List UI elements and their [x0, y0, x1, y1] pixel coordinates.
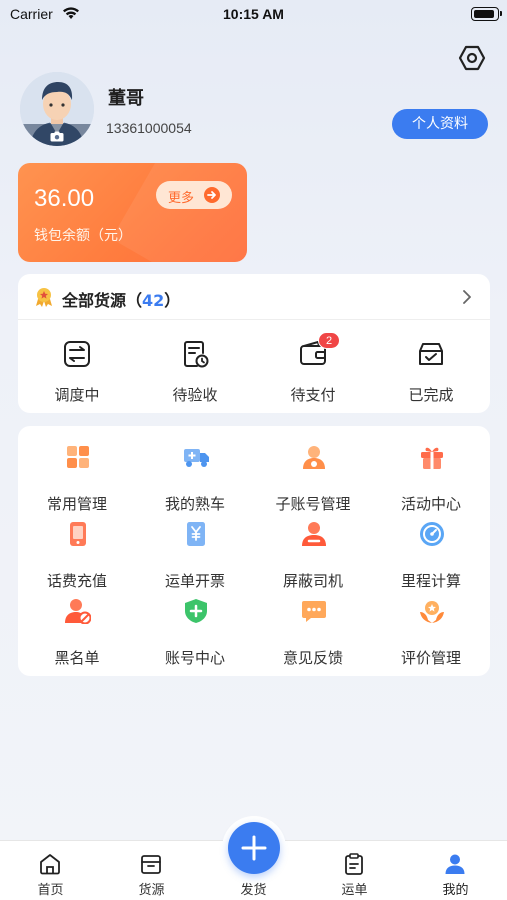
all-cargo-title: 全部货源（42）: [62, 287, 180, 311]
settings-hexagon-icon[interactable]: [457, 43, 487, 73]
order-status-label: 已完成: [408, 386, 454, 404]
clock: 10:15 AM: [223, 6, 284, 22]
mileage-icon: [420, 522, 444, 546]
service-blacklist[interactable]: 黑名单: [18, 590, 136, 667]
feedback-icon: [302, 601, 326, 622]
wallet-card[interactable]: 36.00 钱包余额（元） 更多: [18, 163, 247, 262]
wallet-more-button[interactable]: 更多: [156, 181, 232, 209]
services-card: 常用管理 我的熟车 子账号管理 活动中心 话费充值 运单开票 屏蔽司机 里程计算…: [18, 426, 490, 676]
tab-label: 首页: [37, 883, 64, 898]
completed-box-icon: [419, 343, 443, 365]
service-label: 我的熟车: [164, 495, 225, 513]
battery-icon: [471, 7, 502, 21]
avatar[interactable]: [20, 72, 94, 146]
profile-button[interactable]: 个人资料: [392, 109, 488, 139]
service-label: 运单开票: [164, 572, 225, 590]
waybill-icon: [345, 853, 363, 875]
sub-account-icon: [303, 446, 325, 469]
order-status-label: 待支付: [290, 386, 336, 404]
account-shield-icon: [185, 599, 207, 623]
count-close-paren: ）: [164, 291, 181, 310]
order-status-payment[interactable]: 2 待支付: [254, 332, 372, 406]
service-label: 黑名单: [54, 649, 100, 667]
rating-icon: [420, 601, 444, 623]
count-open-paren: （: [126, 291, 143, 310]
tab-label: 发货: [240, 883, 267, 898]
phone-icon: [70, 522, 86, 546]
profile-header: 董哥 13361000054 个人资料: [20, 72, 488, 146]
tab-mine[interactable]: 我的: [405, 841, 506, 900]
tab-label: 我的: [442, 883, 469, 898]
grid-icon: [67, 446, 89, 468]
cargo-icon: [141, 855, 161, 874]
block-driver-icon: [302, 522, 326, 546]
service-mileage-calculation[interactable]: 里程计算: [372, 513, 490, 590]
order-status-completed[interactable]: 已完成: [372, 334, 490, 406]
service-feedback[interactable]: 意见反馈: [254, 590, 372, 667]
arrow-right-circle-icon: [204, 187, 220, 203]
tab-waybill[interactable]: 运单: [304, 841, 405, 900]
wallet-more-label: 更多: [168, 191, 195, 206]
blacklist-icon: [65, 599, 91, 624]
home-icon: [40, 854, 60, 875]
service-sub-account[interactable]: 子账号管理: [254, 436, 372, 513]
service-label: 意见反馈: [282, 649, 343, 667]
service-phone-recharge[interactable]: 话费充值: [18, 513, 136, 590]
service-block-driver[interactable]: 屏蔽司机: [254, 513, 372, 590]
order-status-inspection[interactable]: 待验收: [136, 334, 254, 406]
service-label: 话费充值: [46, 572, 107, 590]
service-label: 子账号管理: [275, 495, 351, 513]
inspection-icon: [184, 341, 209, 368]
user-icon: [445, 854, 465, 874]
service-label: 活动中心: [400, 495, 461, 513]
unpaid-count-badge: 2: [318, 332, 340, 349]
service-account-center[interactable]: 账号中心: [136, 590, 254, 667]
gift-icon: [421, 447, 443, 469]
wallet-balance-label: 钱包余额（元）: [34, 228, 132, 244]
service-label: 里程计算: [400, 572, 461, 590]
order-status-dispatching[interactable]: 调度中: [18, 334, 136, 406]
cargo-count: 42: [142, 291, 165, 310]
service-rating-management[interactable]: 评价管理: [372, 590, 490, 667]
orders-card: 全部货源（42） 调度中 待验收 2 待支付 已完成: [18, 274, 490, 413]
service-activity-center[interactable]: 活动中心: [372, 436, 490, 513]
medal-icon: [36, 288, 52, 307]
ship-fab-button[interactable]: [228, 822, 280, 874]
tab-home[interactable]: 首页: [0, 841, 101, 900]
chevron-right-icon: [463, 290, 471, 304]
tab-label: 货源: [138, 883, 165, 898]
service-waybill-invoice[interactable]: 运单开票: [136, 513, 254, 590]
user-phone: 13361000054: [106, 120, 192, 136]
order-status-label: 调度中: [54, 386, 100, 404]
plus-icon: [241, 835, 267, 861]
tab-label: 运单: [341, 883, 368, 898]
tab-cargo[interactable]: 货源: [101, 841, 202, 900]
wallet-balance: 36.00: [34, 185, 95, 212]
service-label: 评价管理: [400, 649, 461, 667]
order-status-label: 待验收: [172, 386, 218, 404]
service-label: 屏蔽司机: [282, 572, 343, 590]
camera-icon: [50, 131, 64, 142]
service-label: 账号中心: [164, 649, 225, 667]
service-label: 常用管理: [46, 495, 107, 513]
service-frequent-management[interactable]: 常用管理: [18, 436, 136, 513]
all-cargo-header[interactable]: 全部货源（42）: [18, 274, 490, 320]
all-cargo-title-text: 全部货源: [62, 291, 127, 310]
service-my-trucks[interactable]: 我的熟车: [136, 436, 254, 513]
user-name: 董哥: [108, 88, 144, 109]
status-bar: Carrier 10:15 AM: [0, 0, 507, 30]
truck-icon: [184, 449, 209, 467]
invoice-icon: [187, 522, 205, 546]
dispatch-icon: [64, 341, 90, 367]
